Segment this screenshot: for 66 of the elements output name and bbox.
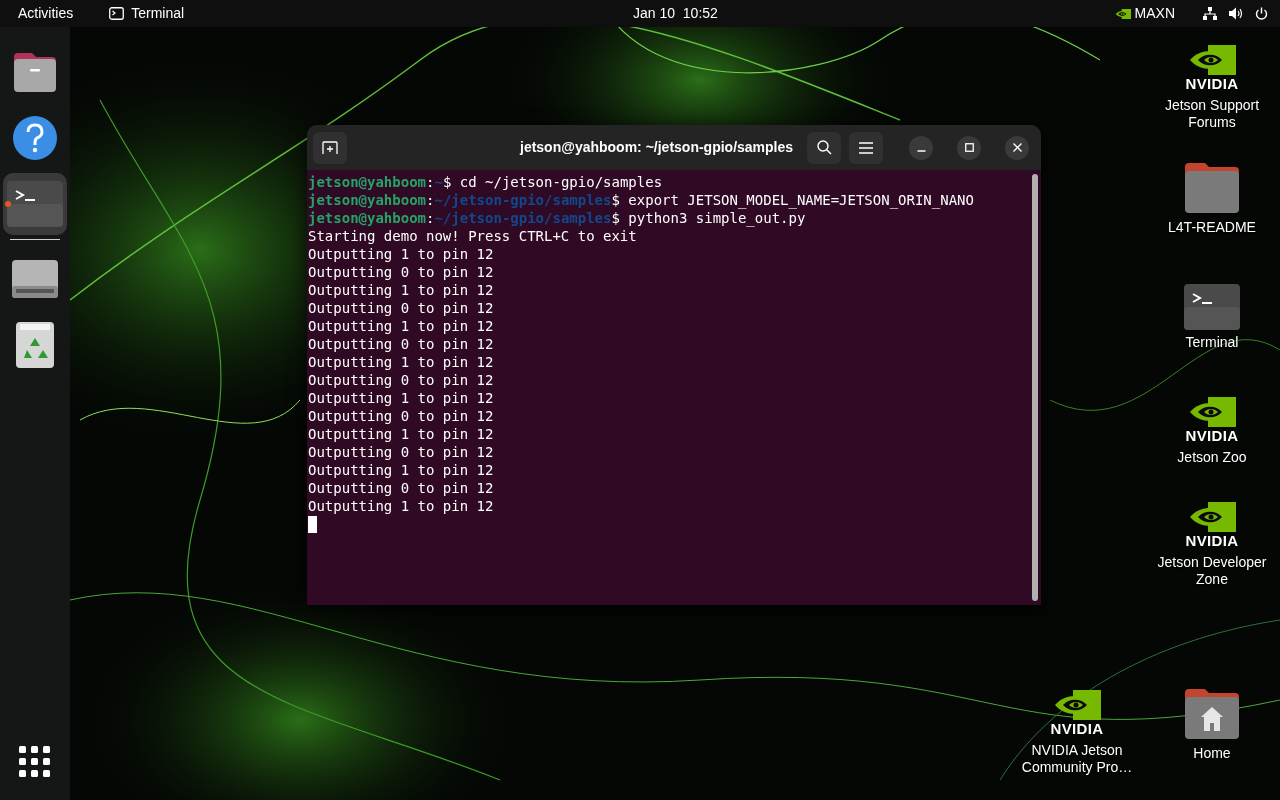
terminal-icon [1184, 284, 1240, 330]
logo-text: NVIDIA [1185, 75, 1239, 93]
desktop-icon-label[interactable]: Home [1193, 745, 1231, 762]
eye-logo-icon [1188, 502, 1236, 532]
terminal-line: jetson@yahboom:~/jetson-gpio/samples$ python3 simple_out.py [308, 209, 806, 227]
terminal-line: Outputting 0 to pin 12 [308, 407, 494, 425]
terminal-line: Outputting 1 to pin 12 [308, 389, 494, 407]
volume-icon[interactable] [1229, 7, 1243, 20]
new-tab-button[interactable] [313, 131, 347, 164]
terminal-line: Outputting 0 to pin 12 [308, 335, 494, 353]
minimize-button[interactable] [909, 135, 933, 160]
power-mode-indicator[interactable]: MAXN [1134, 3, 1175, 24]
menu-button[interactable] [849, 131, 883, 164]
app-grid-icon[interactable] [19, 746, 51, 778]
close-icon [1012, 143, 1022, 152]
terminal-line: Outputting 0 to pin 12 [308, 479, 494, 497]
desktop-icon-label[interactable]: NVIDIA Jetson Community Pro… [1012, 742, 1142, 776]
terminal-line: Outputting 1 to pin 12 [308, 245, 494, 263]
clock[interactable]: Jan 10 10:52 [633, 3, 718, 24]
desktop-icon-label[interactable]: Jetson Developer Zone [1147, 554, 1277, 588]
terminal-line: Outputting 0 to pin 12 [308, 371, 494, 389]
terminal-line: Outputting 1 to pin 12 [308, 353, 494, 371]
scrollbar[interactable] [1032, 174, 1038, 601]
logo-text: NVIDIA [1185, 532, 1239, 550]
desktop-icon-label[interactable]: L4T-README [1168, 219, 1256, 236]
terminal-line: Outputting 0 to pin 12 [308, 299, 494, 317]
search-button[interactable] [807, 131, 841, 164]
home-folder-icon [1183, 687, 1241, 741]
help-icon [12, 115, 58, 161]
maximize-icon [964, 143, 974, 152]
desktop-icon-label[interactable]: Jetson Zoo [1177, 449, 1247, 466]
eye-logo-icon [1188, 397, 1236, 427]
terminal-line: jetson@yahboom:~$ cd ~/jetson-gpio/samples [308, 173, 663, 191]
terminal-line: Outputting 1 to pin 12 [308, 281, 494, 299]
terminal-line: Starting demo now! Press CTRL+C to exit [308, 227, 637, 245]
logo-text: NVIDIA [1185, 427, 1239, 445]
network-icon[interactable] [1203, 7, 1217, 20]
eye-logo-icon [1188, 45, 1236, 75]
terminal-line: Outputting 1 to pin 12 [308, 425, 494, 443]
new-tab-icon [322, 140, 338, 155]
maximize-button[interactable] [957, 135, 981, 160]
menu-icon [859, 141, 873, 154]
search-icon [816, 140, 832, 155]
terminal-icon [7, 181, 63, 227]
terminal-icon [109, 7, 125, 20]
app-menu-button[interactable]: Terminal [131, 3, 185, 24]
terminal-line: Outputting 0 to pin 12 [308, 263, 494, 281]
eye-logo-icon [1053, 690, 1101, 720]
window-title: jetson@yahboom: ~/jetson-gpio/samples [520, 138, 794, 157]
terminal-line: Outputting 1 to pin 12 [308, 461, 494, 479]
drive-icon [12, 260, 58, 298]
minimize-icon [916, 150, 926, 152]
terminal-line: Outputting 0 to pin 12 [308, 443, 494, 461]
terminal-line: Outputting 1 to pin 12 [308, 317, 494, 335]
folder-icon [1183, 161, 1241, 215]
eye-logo-icon [1114, 7, 1131, 20]
power-icon[interactable] [1255, 7, 1268, 20]
desktop-icon-label[interactable]: Jetson Support Forums [1147, 97, 1277, 131]
recycle-bin-icon [16, 322, 54, 368]
terminal-line: jetson@yahboom:~/jetson-gpio/samples$ export JETSON_MODEL_NAME=JETSON_ORIN_NANO [308, 191, 974, 209]
terminal-line: Outputting 1 to pin 12 [308, 497, 494, 515]
close-button[interactable] [1005, 135, 1029, 160]
desktop-icon-label[interactable]: Terminal [1185, 334, 1239, 351]
logo-text: NVIDIA [1050, 720, 1104, 738]
activities-button[interactable]: Activities [18, 3, 74, 24]
cursor-icon [308, 516, 317, 533]
